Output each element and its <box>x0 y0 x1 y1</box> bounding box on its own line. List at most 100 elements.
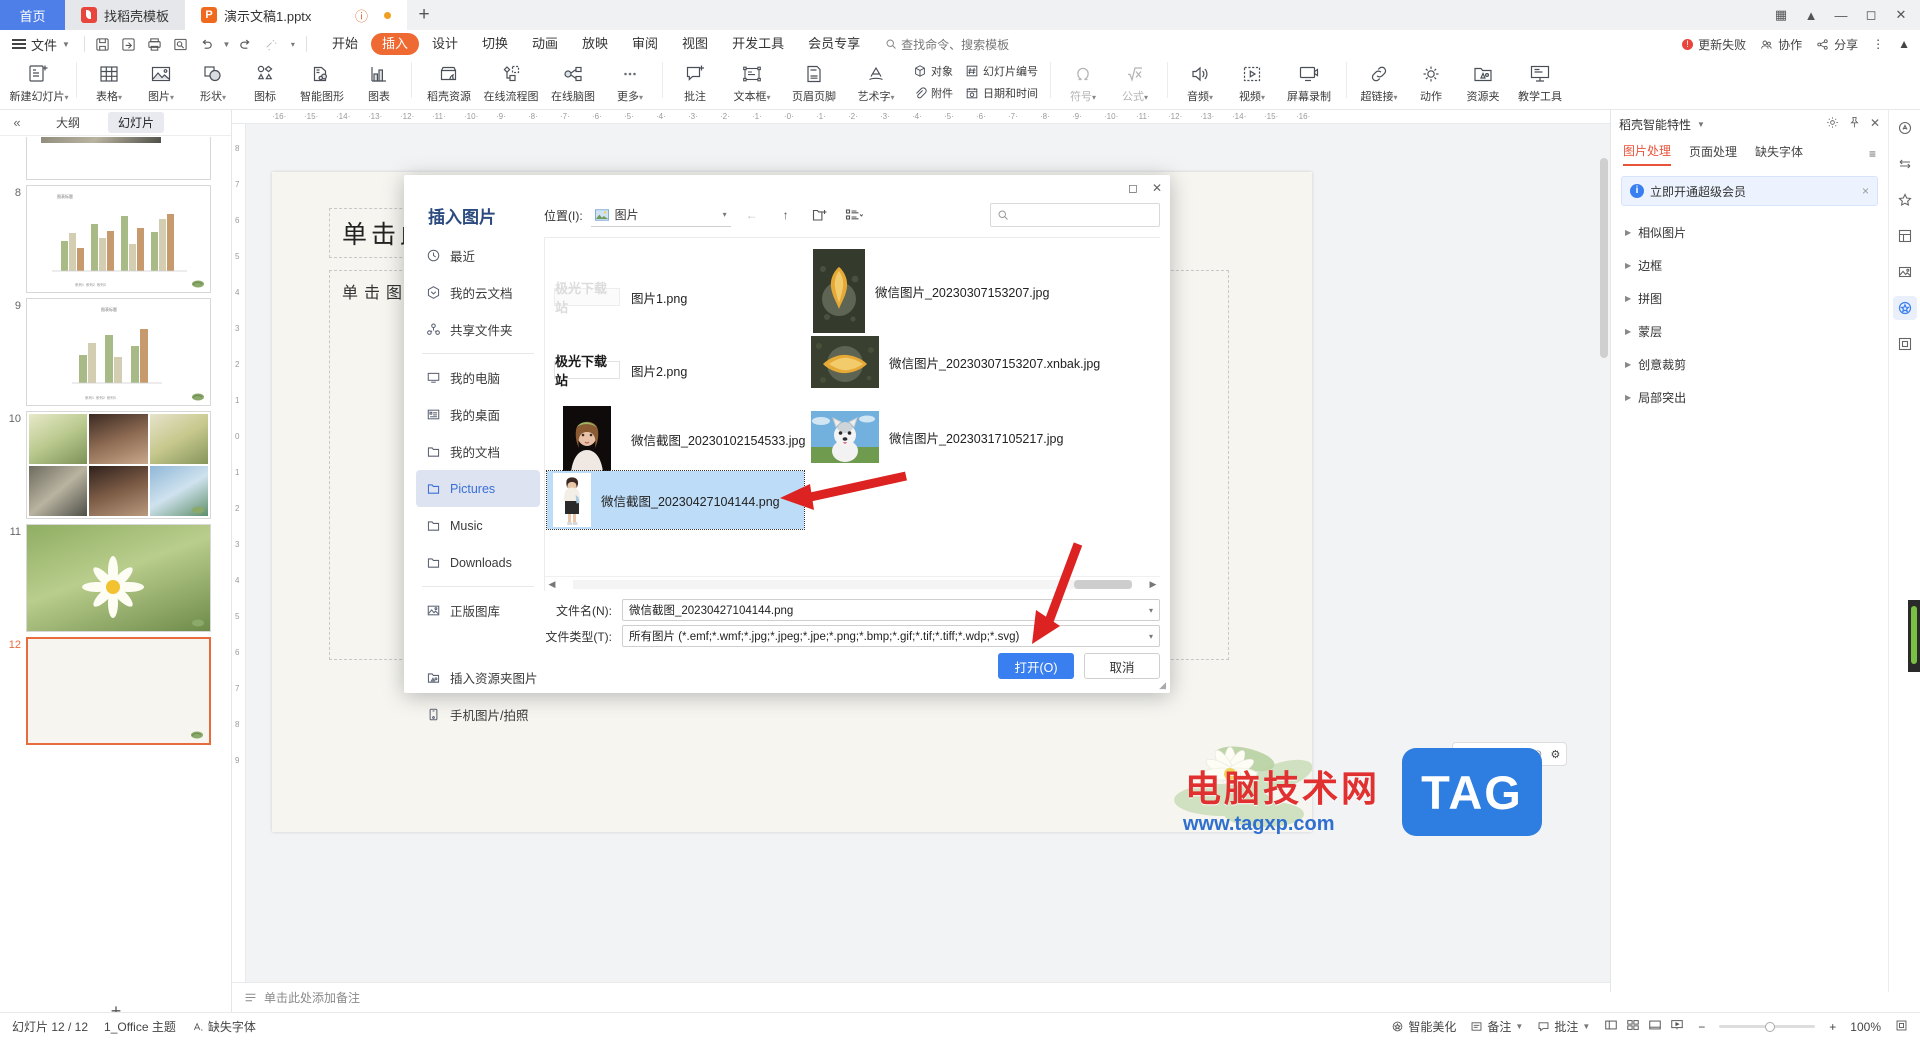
ribbon-tab-member[interactable]: 会员专享 <box>797 33 871 55</box>
ribbon-picture[interactable]: 图片▾ <box>135 58 187 106</box>
ribbon-tab-transition[interactable]: 切换 <box>471 33 519 55</box>
tab-page-processing[interactable]: 页面处理 <box>1689 143 1737 165</box>
ribbon-options-icon[interactable]: ⋮ <box>1872 37 1884 51</box>
slide-thumbnail-10[interactable] <box>26 411 211 519</box>
scroll-left-icon[interactable]: ◀ <box>545 579 559 590</box>
back-icon[interactable]: ← <box>739 203 765 227</box>
slide-thumb-row-8[interactable]: 8 图表标题 系列1 系列2 系列3 <box>0 180 231 293</box>
dialog-sidebar-music[interactable]: Music <box>416 507 540 544</box>
insert-picture-dialog[interactable]: ◻ ✕ 插入图片 最近 我的云文档 共享文件夹 我的电脑 我的桌面 我的文档 P… <box>404 175 1170 723</box>
slide-thumb-row-9[interactable]: 9 图表标题 系列1 系列2 系列3 <box>0 293 231 406</box>
beautify-button[interactable]: 智能美化 <box>1391 1018 1456 1035</box>
ribbon-attachment[interactable]: 附件 <box>909 82 957 104</box>
zoom-slider[interactable] <box>1719 1021 1816 1032</box>
ribbon-slide-number[interactable]: 幻灯片编号 <box>961 60 1042 82</box>
banner-close-icon[interactable]: × <box>1862 184 1869 198</box>
dialog-maximize-icon[interactable]: ◻ <box>1128 181 1138 195</box>
dialog-sidebar-resource-folder[interactable]: 插入资源夹图片 <box>416 659 540 696</box>
dialog-sidebar-computer[interactable]: 我的电脑 <box>416 359 540 396</box>
ribbon-tab-animation[interactable]: 动画 <box>521 33 569 55</box>
save-as-icon[interactable] <box>117 33 141 55</box>
ribbon-shape[interactable]: 形状▾ <box>187 58 239 106</box>
file-item[interactable]: 微信图片_20230307153207.xnbak.jpg <box>805 333 1106 391</box>
file-item[interactable]: 微信图片_20230307153207.jpg <box>807 246 1055 336</box>
sorter-view-icon[interactable] <box>1626 1018 1640 1035</box>
slide-thumb-row-11[interactable]: 11 <box>0 519 231 632</box>
slide-thumbnail-12[interactable] <box>26 637 211 745</box>
tab-presentation[interactable]: P 演示文稿1.pptx ⓘ <box>185 0 407 30</box>
star-icon[interactable] <box>1893 188 1917 212</box>
undo-icon[interactable] <box>195 33 219 55</box>
dialog-sidebar-pictures[interactable]: Pictures <box>416 470 540 507</box>
ribbon-flowchart[interactable]: 在线流程图 <box>480 58 542 106</box>
magic-icon[interactable] <box>1892 296 1917 320</box>
ribbon-datetime[interactable]: 日期和时间 <box>961 82 1042 104</box>
scroll-track[interactable] <box>573 579 1132 589</box>
ribbon-docer-resource[interactable]: 稻壳资源 <box>418 58 480 106</box>
tab-missing-fonts[interactable]: 缺失字体 <box>1755 143 1803 165</box>
tab-slides[interactable]: 幻灯片 <box>108 112 165 133</box>
chevron-down-icon[interactable]: ▾ <box>1149 632 1153 641</box>
ribbon-tab-design[interactable]: 设计 <box>421 33 469 55</box>
ribbon-tab-slideshow[interactable]: 放映 <box>571 33 619 55</box>
ribbon-tab-review[interactable]: 审阅 <box>621 33 669 55</box>
image-icon[interactable] <box>1893 260 1917 284</box>
ribbon-video[interactable]: 视频▾ <box>1226 58 1278 106</box>
dialog-sidebar-recent[interactable]: 最近 <box>416 237 540 274</box>
ribbon-formula[interactable]: 公式▾ <box>1109 58 1161 106</box>
slide-thumb-row-10[interactable]: 10 <box>0 406 231 519</box>
ribbon-tab-developer[interactable]: 开发工具 <box>721 33 795 55</box>
view-mode-icon[interactable] <box>841 203 867 227</box>
filename-input[interactable]: 微信截图_20230427104144.png ▾ <box>622 599 1160 621</box>
format-painter-icon[interactable] <box>260 33 284 55</box>
new-folder-icon[interactable] <box>807 203 833 227</box>
ribbon-hyperlink[interactable]: 超链接▾ <box>1353 58 1405 106</box>
file-item[interactable]: 极光下载站 图片1.png <box>547 260 693 334</box>
ribbon-screen-record[interactable]: 屏幕录制 <box>1278 58 1340 106</box>
reading-view-icon[interactable] <box>1648 1018 1662 1035</box>
canvas-vertical-scrollbar[interactable] <box>1600 150 1608 982</box>
filetype-select[interactable]: 所有图片 (*.emf;*.wmf;*.jpg;*.jpeg;*.jpe;*.p… <box>622 625 1160 647</box>
ribbon-mindmap[interactable]: 在线脑图 <box>542 58 604 106</box>
ribbon-more[interactable]: 更多▾ <box>604 58 656 106</box>
slide-thumbnail-9[interactable]: 图表标题 系列1 系列2 系列3 <box>26 298 211 406</box>
file-menu-button[interactable]: 文件 ▼ <box>0 35 78 54</box>
ribbon-resource-folder[interactable]: 资源夹 <box>1457 58 1509 106</box>
scroll-right-icon[interactable]: ▶ <box>1146 579 1160 590</box>
tab-outline[interactable]: 大纲 <box>46 112 90 133</box>
chevron-down-icon[interactable]: ▼ <box>1515 1022 1523 1031</box>
slide-thumb-row[interactable] <box>0 137 231 180</box>
frame-icon[interactable] <box>1893 332 1917 356</box>
minimize-button[interactable]: — <box>1826 0 1856 30</box>
ribbon-new-slide[interactable]: 新建幻灯片▾ <box>8 58 70 106</box>
section-border[interactable]: ▶ 边框 <box>1611 249 1888 282</box>
gear-icon[interactable] <box>1826 116 1839 132</box>
section-mask[interactable]: ▶ 蒙层 <box>1611 315 1888 348</box>
ribbon-tab-insert[interactable]: 插入 <box>370 33 419 55</box>
layout-icon[interactable] <box>1893 224 1917 248</box>
slide-thumbnail-8[interactable]: 图表标题 系列1 系列2 系列3 <box>26 185 211 293</box>
share-button[interactable]: 分享 <box>1816 36 1858 53</box>
ribbon-smartart[interactable]: 智能图形 <box>291 58 353 106</box>
fit-window-icon[interactable] <box>1895 1019 1908 1035</box>
ribbon-chart[interactable]: 图表 <box>353 58 405 106</box>
theme-label[interactable]: 1_Office 主题 <box>104 1018 176 1035</box>
vip-banner[interactable]: i 立即开通超级会员 × <box>1621 176 1878 206</box>
dialog-sidebar-desktop[interactable]: 我的桌面 <box>416 396 540 433</box>
dialog-sidebar-phone[interactable]: 手机图片/拍照 <box>416 696 540 733</box>
dialog-sidebar-cloud[interactable]: 我的云文档 <box>416 274 540 311</box>
dialog-sidebar-gallery[interactable]: 正版图库 <box>416 592 540 629</box>
ai-icon[interactable] <box>1893 116 1917 140</box>
undo-dropdown-icon[interactable]: ▼ <box>221 33 232 55</box>
collaborate-button[interactable]: 协作 <box>1760 36 1802 53</box>
file-item[interactable]: 微信截图_20230102154533.jpg <box>547 402 811 476</box>
resize-icon[interactable] <box>1893 152 1917 176</box>
maximize-button[interactable]: ◻ <box>1856 0 1886 30</box>
ribbon-tab-start[interactable]: 开始 <box>321 33 369 55</box>
tabs-overview-icon[interactable]: ▦ <box>1766 0 1796 30</box>
dialog-sidebar-downloads[interactable]: Downloads <box>416 544 540 581</box>
slide-thumb-row-12[interactable]: 12 <box>0 632 231 745</box>
file-item[interactable]: 极光下载站 图片2.png <box>547 333 693 407</box>
file-list[interactable]: 极光下载站 图片1.png 极光下载站 图片2.png 微信截图_2023010… <box>544 237 1160 591</box>
search-input[interactable] <box>990 203 1160 227</box>
